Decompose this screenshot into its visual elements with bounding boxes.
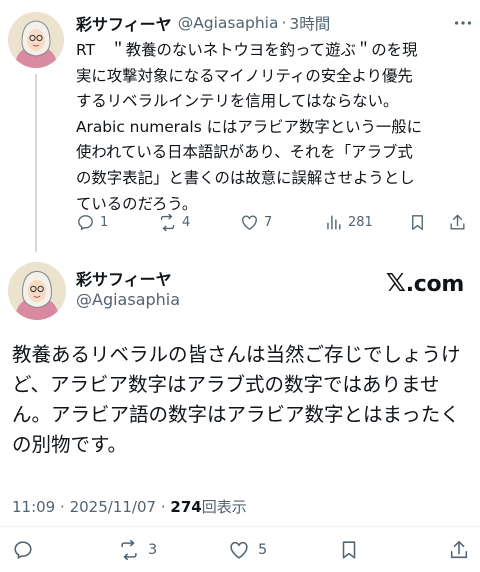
timestamp[interactable]: 3時間	[289, 12, 330, 34]
repost-count: 4	[182, 214, 191, 230]
brand-suffix: .com	[405, 272, 465, 297]
tweet-text-line: Arabic numerals にはアラビア数字という一般に	[76, 117, 423, 136]
repost-icon	[121, 539, 137, 561]
user-handle[interactable]: @Agiasaphia	[178, 14, 279, 32]
tweet-text-line: ど、アラビア数字はアラブ式の数字ではありませ	[12, 373, 440, 396]
views-count: 281	[348, 214, 373, 230]
tweet-text: RT ＂教養のないネトウヨを釣って遊ぶ＂のを現 実に攻撃対象になるマイノリティの…	[76, 38, 472, 217]
tweet-text-line: ん。アラビア語の数字はアラビア数字とはまったく	[12, 403, 460, 426]
post-time[interactable]: 11:09	[12, 498, 55, 516]
tweet-text-line: RT ＂教養のないネトウヨを釣って遊ぶ＂のを現	[76, 41, 418, 59]
thread-line	[35, 74, 37, 252]
like-icon	[242, 214, 257, 230]
separator-dot: ·	[281, 14, 287, 32]
x-icon: 𝕏	[385, 268, 406, 297]
tweet-text: 教養あるリベラルの皆さんは当然ご存じでしょうけ ど、アラビア数字はアラブ式の数字…	[12, 340, 472, 460]
separator-dot: ·	[160, 498, 166, 516]
tweet-header: 彩サフィーヤ @Agiasaphia · 3時間	[76, 12, 472, 34]
tweet-text-line: の数字表記」と書くのは故意に誤解させようとし	[76, 168, 415, 187]
reply-button[interactable]	[12, 536, 34, 564]
tweet-text-line: の別物です。	[12, 433, 128, 456]
views-button[interactable]: 281	[324, 208, 373, 236]
repost-button[interactable]: 3	[118, 536, 157, 564]
views-label: 回表示	[201, 498, 247, 516]
bookmark-icon	[342, 541, 356, 559]
share-icon	[450, 214, 465, 230]
reply-count: 1	[100, 214, 109, 230]
like-button[interactable]: 7	[240, 208, 272, 236]
separator-dot: ·	[60, 498, 65, 516]
bookmark-button[interactable]	[408, 208, 427, 236]
x-logo: 𝕏.com	[386, 268, 464, 297]
tweet-text-line: 実に攻撃対象になるマイノリティの安全より優先	[76, 66, 413, 85]
repost-icon	[160, 213, 175, 231]
avatar[interactable]	[8, 12, 64, 68]
post-date[interactable]: 2025/11/07	[70, 498, 156, 516]
tweet-text-line: するリベラルインテリを信用してはならない。	[76, 92, 399, 111]
bookmark-icon	[412, 214, 423, 230]
tweet-text-line: 使われている日本語訳があり、それを「アラブ式	[76, 143, 413, 162]
divider	[0, 526, 480, 527]
views-count: 274	[170, 498, 202, 516]
views-icon	[327, 214, 341, 230]
share-button[interactable]	[448, 536, 470, 564]
share-button[interactable]	[448, 208, 467, 236]
tweet-actions: 1 4 7 281	[76, 208, 472, 236]
like-count: 5	[258, 542, 268, 558]
reply-button[interactable]: 1	[76, 208, 108, 236]
repost-count: 3	[148, 542, 158, 558]
avatar[interactable]	[8, 262, 66, 320]
more-icon[interactable]	[452, 12, 474, 34]
display-name[interactable]: 彩サフィーヤ	[76, 11, 172, 35]
share-icon	[450, 540, 468, 559]
user-handle[interactable]: @Agiasaphia	[76, 290, 180, 309]
like-icon	[230, 541, 248, 559]
reply-icon	[78, 214, 93, 230]
tweet-meta: 11:09 · 2025/11/07 · 274回表示	[12, 496, 247, 517]
repost-button[interactable]: 4	[158, 208, 190, 236]
tweet-text-line: 教養あるリベラルの皆さんは当然ご存じでしょうけ	[12, 343, 461, 366]
like-count: 7	[264, 214, 273, 230]
bookmark-button[interactable]	[338, 536, 360, 564]
reply-icon	[14, 541, 32, 560]
tweet-actions: 3 5	[12, 536, 472, 564]
like-button[interactable]: 5	[228, 536, 267, 564]
display-name[interactable]: 彩サフィーヤ	[76, 266, 172, 290]
